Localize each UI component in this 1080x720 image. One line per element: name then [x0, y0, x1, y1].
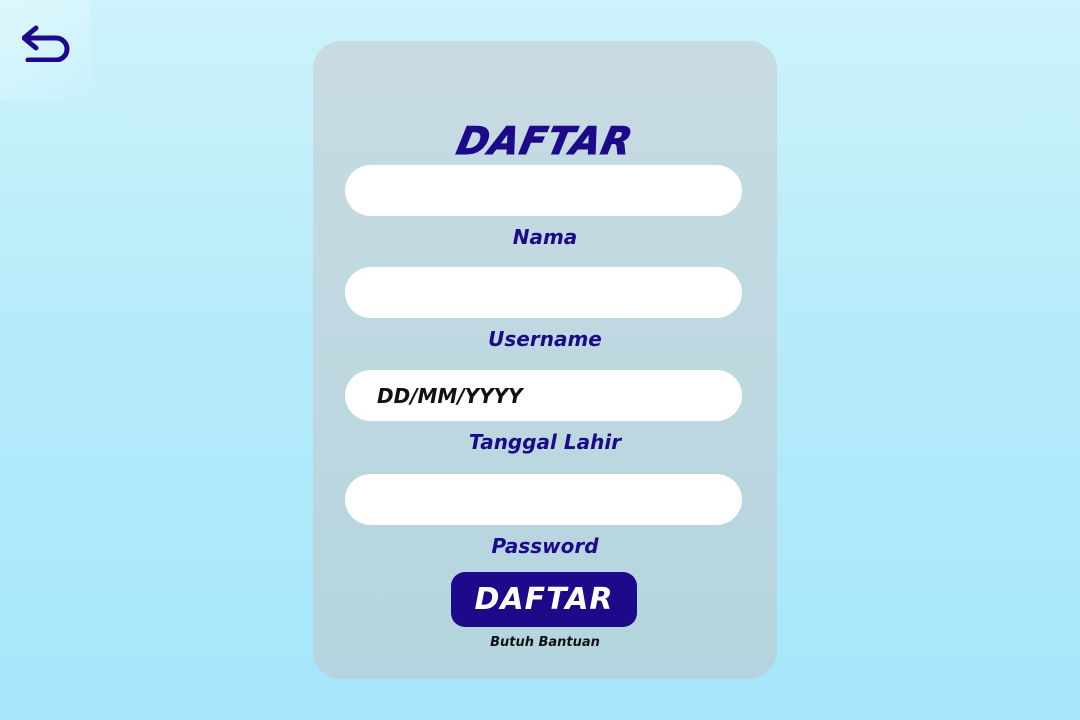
form-title: DAFTAR: [453, 119, 638, 164]
birthdate-input[interactable]: [345, 370, 742, 421]
nama-label: Nama: [512, 225, 578, 249]
register-button[interactable]: DAFTAR: [451, 572, 637, 627]
username-label: Username: [488, 327, 602, 351]
username-input[interactable]: [345, 267, 742, 318]
help-link[interactable]: Butuh Bantuan: [313, 635, 777, 650]
register-card: DAFTAR Nama Username Tanggal Lahir Passw…: [313, 41, 777, 679]
password-label: Password: [491, 534, 599, 558]
back-button[interactable]: [0, 0, 91, 100]
password-input[interactable]: [345, 474, 742, 525]
birthdate-label: Tanggal Lahir: [468, 430, 622, 454]
nama-input[interactable]: [345, 165, 742, 216]
back-arrow-icon: [22, 25, 70, 62]
